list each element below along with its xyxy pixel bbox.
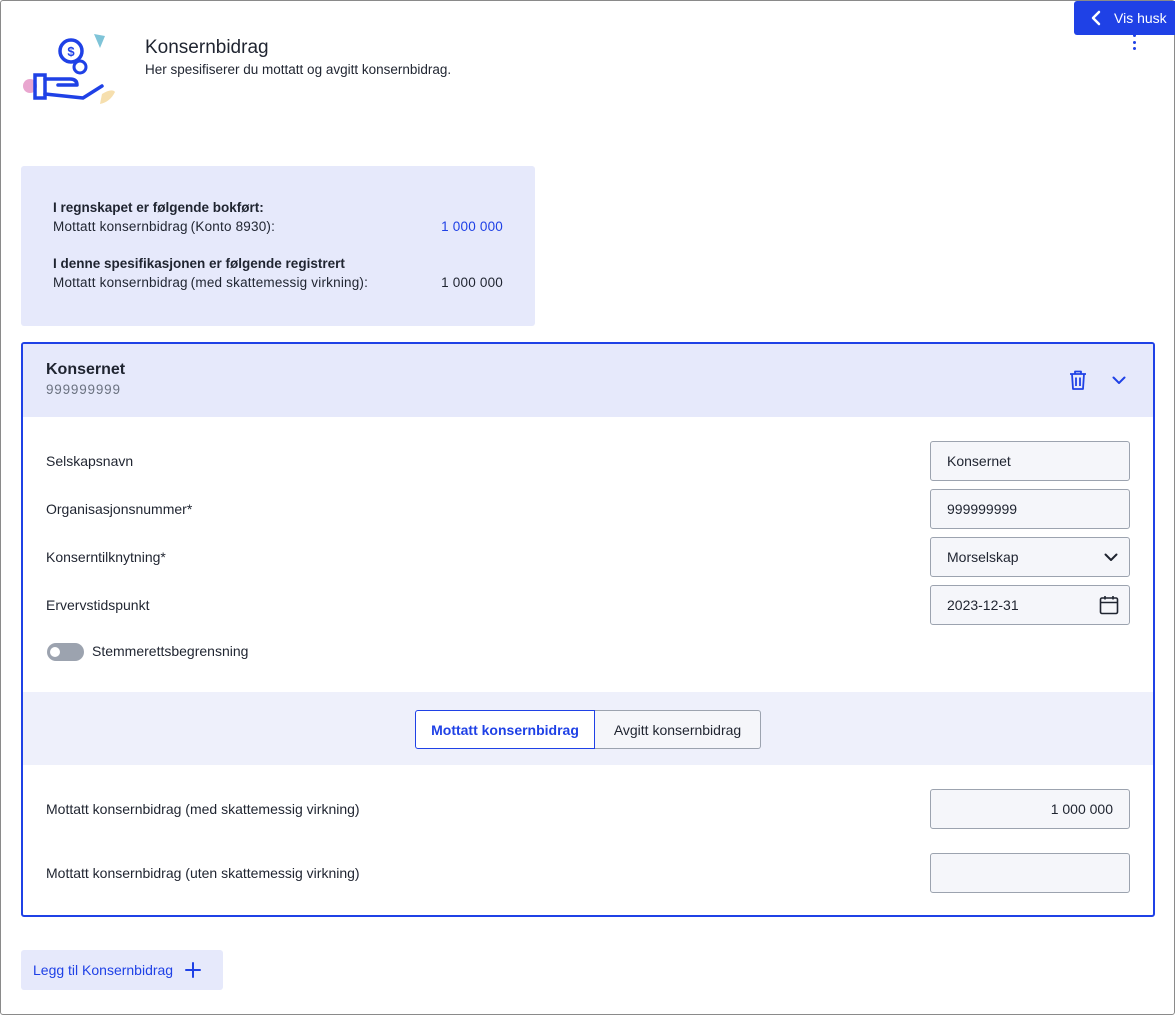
page-title: Konsernbidrag [145, 37, 269, 58]
company-org-number: 999999999 [46, 382, 121, 397]
plus-icon [185, 962, 202, 978]
registered-value: 1 000 000 [441, 275, 503, 290]
acquired-date-value: 2023-12-31 [947, 597, 1019, 613]
booked-row: Mottatt konsernbidrag (Konto 8930): 1 00… [53, 219, 503, 234]
hand-coin-illustration: $ [23, 34, 115, 104]
registered-heading: I denne spesifikasjonen er følgende regi… [53, 256, 345, 271]
add-konsernbidrag-button[interactable]: Legg til Konsernbidrag [21, 950, 223, 990]
chevron-down-icon [1104, 553, 1118, 561]
with-tax-input[interactable]: 1 000 000 [930, 789, 1130, 829]
with-tax-label: Mottatt konsernbidrag (med skattemessig … [46, 801, 360, 817]
more-options-icon[interactable] [1128, 34, 1140, 50]
relation-select-value: Morselskap [947, 549, 1019, 565]
registered-label: Mottatt konsernbidrag (med skattemessig … [53, 275, 369, 290]
page-subtitle: Her spesifiserer du mottatt og avgitt ko… [145, 62, 452, 77]
contribution-tabs: Mottatt konsernbidrag Avgitt konsernbidr… [23, 692, 1153, 765]
summary-box: I regnskapet er følgende bokført: Mottat… [21, 166, 535, 326]
company-name: Konsernet [46, 361, 126, 378]
company-name-input[interactable]: Konsernet [930, 441, 1130, 481]
voting-restriction-toggle[interactable] [47, 643, 84, 661]
relation-select[interactable]: Morselskap [930, 537, 1130, 577]
without-tax-label: Mottatt konsernbidrag (uten skattemessig… [46, 865, 360, 881]
chevron-left-icon [1091, 10, 1101, 26]
voting-restriction-label: Stemmerettsbegrensning [92, 643, 249, 659]
tab-mottatt[interactable]: Mottatt konsernbidrag [415, 710, 595, 749]
chevron-down-icon[interactable] [1111, 372, 1127, 388]
booked-label: Mottatt konsernbidrag (Konto 8930): [53, 219, 276, 234]
acquired-label: Ervervstidspunkt [46, 597, 150, 613]
booked-heading: I regnskapet er følgende bokført: [53, 200, 264, 215]
org-number-input[interactable]: 999999999 [930, 489, 1130, 529]
org-number-label: Organisasjonsnummer* [46, 501, 193, 517]
acquired-date-input[interactable]: 2023-12-31 [930, 585, 1130, 625]
tab-avgitt[interactable]: Avgitt konsernbidrag [595, 710, 761, 749]
without-tax-input[interactable] [930, 853, 1130, 893]
add-konsernbidrag-label: Legg til Konsernbidrag [33, 962, 174, 978]
booked-value: 1 000 000 [441, 219, 503, 234]
company-panel-header[interactable]: Konsernet 999999999 [23, 344, 1153, 417]
company-name-label: Selskapsnavn [46, 453, 134, 469]
relation-label: Konserntilknytning* [46, 549, 166, 565]
svg-text:$: $ [67, 44, 75, 59]
trash-icon[interactable] [1069, 370, 1087, 390]
registered-row: Mottatt konsernbidrag (med skattemessig … [53, 275, 503, 290]
vis-husk-button[interactable]: Vis husk [1074, 1, 1175, 35]
calendar-icon[interactable] [1099, 595, 1119, 615]
company-panel: Konsernet 999999999 Selskapsnavn Konsern… [21, 342, 1155, 917]
vis-husk-label: Vis husk [1114, 10, 1167, 26]
